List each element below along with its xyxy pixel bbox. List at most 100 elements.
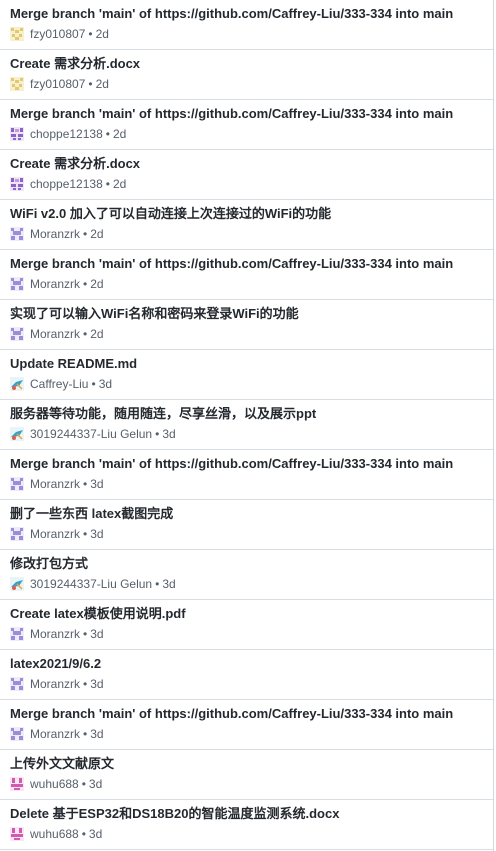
commit-title-link[interactable]: Merge branch 'main' of https://github.co…: [10, 706, 483, 722]
commit-author-link[interactable]: Moranzrk: [30, 676, 80, 692]
commit-row: Merge branch 'main' of https://github.co…: [0, 0, 493, 50]
moranzrk-avatar-icon[interactable]: [10, 627, 24, 641]
commit-meta: fzy010807 • 2d: [10, 76, 483, 92]
commit-title-link[interactable]: Delete 基于ESP32和DS18B20的智能温度监测系统.docx: [10, 806, 483, 822]
commit-author-link[interactable]: choppe12138: [30, 126, 103, 142]
commit-author-link[interactable]: wuhu688: [30, 826, 79, 842]
fzy-avatar-icon[interactable]: [10, 27, 24, 41]
commit-time: 3d: [90, 677, 104, 691]
commit-title-link[interactable]: 上传外文文献原文: [10, 756, 483, 772]
commit-author-link[interactable]: 3019244337-Liu Gelun: [30, 426, 152, 442]
caffrey-avatar-icon[interactable]: [10, 427, 24, 441]
commit-author-link[interactable]: fzy010807: [30, 76, 85, 92]
meta-separator: •: [155, 427, 160, 441]
commit-row: Create 需求分析.docx fzy010807 • 2d: [0, 50, 493, 100]
commit-row: Merge branch 'main' of https://github.co…: [0, 450, 493, 500]
choppe-avatar-icon[interactable]: [10, 127, 24, 141]
commit-title-link[interactable]: Merge branch 'main' of https://github.co…: [10, 456, 483, 472]
commit-time: 3d: [162, 577, 176, 591]
commit-author-link[interactable]: Moranzrk: [30, 726, 80, 742]
commit-time: 2d: [90, 277, 104, 291]
commit-title-link[interactable]: Merge branch 'main' of https://github.co…: [10, 106, 483, 122]
commit-time: 3d: [90, 477, 104, 491]
commit-author-link[interactable]: Moranzrk: [30, 226, 80, 242]
commit-time: 3d: [90, 727, 104, 741]
meta-separator: •: [81, 777, 86, 791]
commit-author-link[interactable]: Moranzrk: [30, 276, 80, 292]
commit-meta: Moranzrk • 2d: [10, 326, 483, 342]
meta-separator: •: [105, 127, 110, 141]
meta-separator: •: [83, 277, 88, 291]
commit-meta: Moranzrk • 2d: [10, 276, 483, 292]
commit-time: 3d: [90, 627, 104, 641]
commit-row: Merge branch 'main' of https://github.co…: [0, 700, 493, 750]
commit-time: 3d: [162, 427, 176, 441]
meta-separator: •: [83, 627, 88, 641]
meta-separator: •: [83, 527, 88, 541]
meta-separator: •: [88, 77, 93, 91]
commit-time: 2d: [112, 177, 127, 191]
meta-separator: •: [155, 577, 160, 591]
commit-row: Merge branch 'main' of https://github.co…: [0, 100, 493, 150]
moranzrk-avatar-icon[interactable]: [10, 727, 24, 741]
commit-row: 删了一些东西 latex截图完成 Moranzrk • 3d: [0, 500, 493, 550]
fzy-avatar-icon[interactable]: [10, 77, 24, 91]
commit-meta: Caffrey-Liu • 3d: [10, 376, 483, 392]
commit-time: 2d: [90, 327, 104, 341]
choppe-avatar-icon[interactable]: [10, 177, 24, 191]
commit-title-link[interactable]: latex2021/9/6.2: [10, 656, 483, 672]
commit-meta: choppe12138 • 2d: [10, 176, 483, 192]
commit-time: 2d: [95, 77, 109, 91]
commit-title-link[interactable]: WiFi v2.0 加入了可以自动连接上次连接过的WiFi的功能: [10, 206, 483, 222]
commit-row: WiFi v2.0 加入了可以自动连接上次连接过的WiFi的功能 Moranzr…: [0, 200, 493, 250]
wuhu-avatar-icon[interactable]: [10, 827, 24, 841]
commit-row: Delete 基于ESP32和DS18B20的智能温度监测系统.docx wuh…: [0, 800, 493, 850]
commit-author-link[interactable]: Moranzrk: [30, 476, 80, 492]
moranzrk-avatar-icon[interactable]: [10, 227, 24, 241]
commit-meta: wuhu688 • 3d: [10, 826, 483, 842]
commit-row: 修改打包方式 3019244337-Liu Gelun • 3d: [0, 550, 493, 600]
commit-row: latex2021/9/6.2 Moranzrk • 3d: [0, 650, 493, 700]
meta-separator: •: [81, 827, 86, 841]
moranzrk-avatar-icon[interactable]: [10, 327, 24, 341]
caffrey-avatar-icon[interactable]: [10, 377, 24, 391]
commit-list: Merge branch 'main' of https://github.co…: [0, 0, 494, 851]
commit-title-link[interactable]: Merge branch 'main' of https://github.co…: [10, 256, 483, 272]
commit-title-link[interactable]: 修改打包方式: [10, 556, 483, 572]
wuhu-avatar-icon[interactable]: [10, 777, 24, 791]
moranzrk-avatar-icon[interactable]: [10, 277, 24, 291]
commit-time: 2d: [95, 27, 109, 41]
moranzrk-avatar-icon[interactable]: [10, 677, 24, 691]
meta-separator: •: [83, 727, 88, 741]
commit-author-link[interactable]: fzy010807: [30, 26, 85, 42]
commit-row: 实现了可以输入WiFi名称和密码来登录WiFi的功能 Moranzrk • 2d: [0, 300, 493, 350]
commit-meta: Moranzrk • 2d: [10, 226, 483, 242]
commit-title-link[interactable]: 实现了可以输入WiFi名称和密码来登录WiFi的功能: [10, 306, 483, 322]
meta-separator: •: [83, 227, 88, 241]
meta-separator: •: [83, 477, 88, 491]
commit-title-link[interactable]: Create 需求分析.docx: [10, 56, 483, 72]
commit-title-link[interactable]: Create latex模板使用说明.pdf: [10, 606, 483, 622]
commit-meta: Moranzrk • 3d: [10, 476, 483, 492]
commit-time: 3d: [88, 777, 103, 791]
commit-author-link[interactable]: wuhu688: [30, 776, 79, 792]
commit-meta: Moranzrk • 3d: [10, 676, 483, 692]
commit-row: Merge branch 'main' of https://github.co…: [0, 250, 493, 300]
commit-author-link[interactable]: choppe12138: [30, 176, 103, 192]
commit-author-link[interactable]: Moranzrk: [30, 526, 80, 542]
commit-title-link[interactable]: Update README.md: [10, 356, 483, 372]
commit-title-link[interactable]: Create 需求分析.docx: [10, 156, 483, 172]
commit-title-link[interactable]: 删了一些东西 latex截图完成: [10, 506, 483, 522]
commit-title-link[interactable]: Merge branch 'main' of https://github.co…: [10, 6, 483, 22]
commit-row: Create latex模板使用说明.pdf Moranzrk • 3d: [0, 600, 493, 650]
commit-time: 3d: [90, 527, 104, 541]
commit-author-link[interactable]: Moranzrk: [30, 326, 80, 342]
moranzrk-avatar-icon[interactable]: [10, 527, 24, 541]
commit-author-link[interactable]: Caffrey-Liu: [30, 376, 88, 392]
commit-author-link[interactable]: 3019244337-Liu Gelun: [30, 576, 152, 592]
moranzrk-avatar-icon[interactable]: [10, 477, 24, 491]
commit-title-link[interactable]: 服务器等待功能，随用随连，尽享丝滑，以及展示ppt: [10, 406, 483, 422]
commit-author-link[interactable]: Moranzrk: [30, 626, 80, 642]
caffrey-avatar-icon[interactable]: [10, 577, 24, 591]
commit-row: 服务器等待功能，随用随连，尽享丝滑，以及展示ppt 3019244337-Liu…: [0, 400, 493, 450]
